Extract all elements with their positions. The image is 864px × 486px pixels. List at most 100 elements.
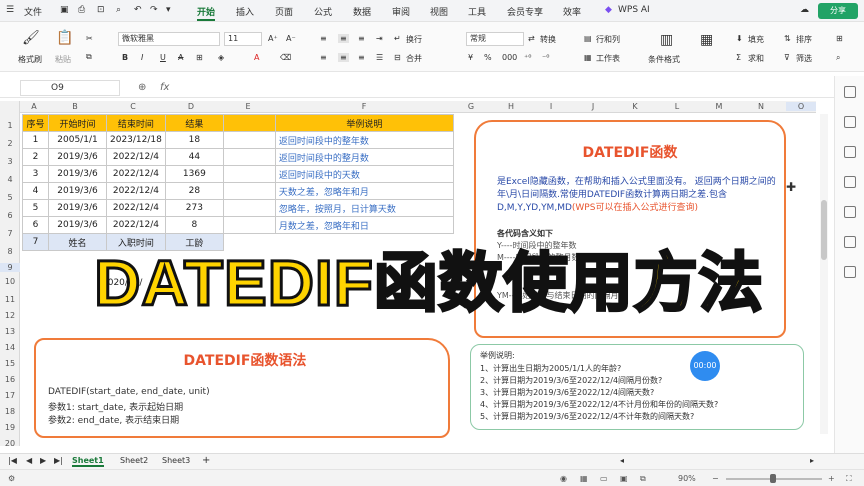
align-bottom-icon[interactable]: ≡ (358, 34, 365, 43)
row-header[interactable]: 19 (0, 423, 20, 432)
first-sheet-icon[interactable]: |◀ (8, 456, 17, 465)
wrap-label[interactable]: 换行 (406, 34, 422, 45)
cell[interactable]: 44 (164, 148, 224, 166)
copy-icon[interactable]: ⧉ (86, 52, 92, 62)
cell[interactable]: 2022/12/4 (106, 199, 166, 217)
thousand-icon[interactable]: 000 (502, 53, 517, 62)
row-header[interactable]: 12 (0, 311, 20, 320)
shrink-font-icon[interactable]: A⁻ (286, 34, 296, 43)
cell[interactable]: 1369 (164, 165, 224, 183)
tab-data[interactable]: 数据 (353, 5, 371, 18)
cell[interactable]: 1 (22, 131, 49, 149)
row-header[interactable]: 16 (0, 375, 20, 384)
cell[interactable]: 3 (22, 165, 49, 183)
number-format-select[interactable]: 常规 (466, 32, 524, 46)
cell[interactable] (222, 199, 276, 217)
worksheet-icon[interactable]: ▦ (584, 53, 592, 62)
convert-label[interactable]: 转换 (540, 34, 556, 45)
filter-label[interactable]: 筛选 (796, 53, 812, 64)
cell[interactable]: 8 (164, 216, 224, 234)
convert-icon[interactable]: ⇄ (528, 34, 535, 43)
col-header[interactable]: G (456, 102, 486, 111)
col-header[interactable]: N (746, 102, 776, 111)
italic-icon[interactable]: I (141, 53, 143, 62)
cell[interactable]: 18 (164, 131, 224, 149)
header-cell[interactable]: 举例说明 (274, 114, 454, 132)
border-icon[interactable]: ⊞ (196, 53, 203, 62)
tab-view[interactable]: 视图 (430, 5, 448, 18)
font-color-icon[interactable]: A (254, 53, 259, 62)
cell[interactable] (222, 165, 276, 183)
cell[interactable]: 28 (164, 182, 224, 200)
vertical-scroll-thumb[interactable] (821, 200, 827, 260)
sum-label[interactable]: 求和 (748, 53, 764, 64)
bold-icon[interactable]: B (122, 53, 128, 62)
prev-sheet-icon[interactable]: ◀ (26, 456, 32, 465)
fill-icon[interactable]: ⬇ (736, 34, 743, 43)
fullscreen-icon[interactable]: ⛶ (846, 474, 852, 484)
grow-font-icon[interactable]: A⁺ (268, 34, 278, 43)
justify-icon[interactable]: ☰ (376, 53, 383, 62)
cell[interactable]: 2019/3/6 (48, 199, 107, 217)
fill-color-icon[interactable]: ◈ (218, 53, 224, 62)
page-break-icon[interactable]: ▣ (620, 474, 628, 483)
col-header[interactable]: M (704, 102, 734, 111)
sheet-tab[interactable]: Sheet2 (120, 456, 148, 465)
zoom-out-icon[interactable]: − (712, 474, 719, 483)
print-icon[interactable]: ⊡ (97, 5, 105, 15)
underline-icon[interactable]: U (160, 53, 166, 62)
sum-icon[interactable]: Σ (736, 53, 741, 62)
app-menu-icon[interactable]: ☰ (6, 5, 14, 15)
currency-icon[interactable]: ¥ (468, 53, 473, 62)
font-select[interactable]: 微软雅黑 (118, 32, 220, 46)
formula-input[interactable] (180, 79, 820, 96)
row-header[interactable]: 15 (0, 359, 20, 368)
row-header[interactable]: 1 (0, 121, 20, 130)
percent-icon[interactable]: % (484, 53, 492, 62)
export-icon[interactable]: ⎙ (78, 5, 85, 15)
header-cell[interactable]: 序号 (22, 114, 49, 132)
last-sheet-icon[interactable]: ▶| (54, 456, 63, 465)
decimal-decrease-icon[interactable]: ⁻⁰ (542, 53, 549, 62)
tab-home[interactable]: 开始 (197, 5, 215, 18)
tab-formula[interactable]: 公式 (314, 5, 332, 18)
eraser-icon[interactable]: ⌫ (280, 53, 291, 62)
cell[interactable]: 2 (22, 148, 49, 166)
row-header[interactable]: 13 (0, 327, 20, 336)
cell[interactable]: 返回时间段中的整年数 (274, 131, 454, 149)
zoom-level[interactable]: 90% (678, 474, 696, 483)
cell[interactable]: 2022/12/4 (106, 216, 166, 234)
header-cell[interactable]: 开始时间 (48, 114, 107, 132)
col-header-active[interactable]: O (786, 102, 816, 111)
cell[interactable]: 2005/1/1 (48, 131, 107, 149)
col-header[interactable]: E (220, 102, 276, 111)
header-cell[interactable]: 结果 (164, 114, 224, 132)
add-sheet-icon[interactable]: + (202, 455, 210, 466)
cell[interactable]: 2022/12/4 (106, 148, 166, 166)
cell[interactable]: 2019/3/6 (48, 216, 107, 234)
strike-icon[interactable]: A (178, 53, 183, 62)
horizontal-scroll-right-icon[interactable]: ▸ (810, 456, 814, 465)
fill-label[interactable]: 填充 (748, 34, 764, 45)
eye-icon[interactable]: ◉ (560, 474, 567, 483)
share-tool-icon[interactable] (844, 236, 856, 248)
tab-efficiency[interactable]: 效率 (563, 5, 581, 18)
tab-tools[interactable]: 工具 (468, 5, 486, 18)
row-header[interactable]: 3 (0, 157, 20, 166)
cloud-icon[interactable]: ☁ (800, 5, 809, 15)
cell[interactable] (222, 182, 276, 200)
col-header[interactable]: B (46, 102, 104, 111)
tab-review[interactable]: 审阅 (392, 5, 410, 18)
indent-icon[interactable]: ⇥ (376, 34, 383, 43)
cell-style-icon[interactable]: ▦ (700, 32, 713, 48)
menu-file[interactable]: 文件 (24, 5, 42, 18)
preview-icon[interactable]: ⌕ (116, 5, 121, 15)
cell[interactable]: 天数之差，忽略年和月 (274, 182, 454, 200)
name-box[interactable]: O9 (20, 80, 120, 96)
col-header[interactable]: H (496, 102, 526, 111)
cond-format-icon[interactable]: ▥ (660, 32, 673, 48)
row-header[interactable]: 11 (0, 295, 20, 304)
merge-label[interactable]: 合并 (406, 53, 422, 64)
format-painter-label[interactable]: 格式刷 (18, 54, 42, 65)
align-right-icon[interactable]: ≡ (358, 53, 365, 62)
